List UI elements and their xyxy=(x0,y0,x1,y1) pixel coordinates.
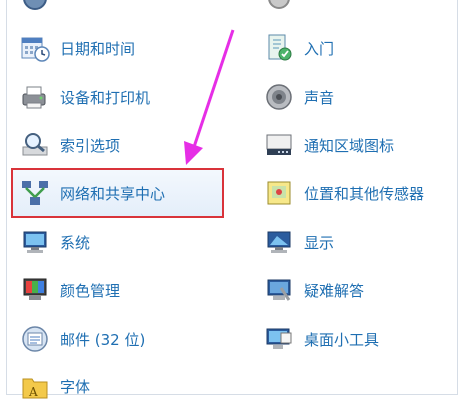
item-label: 声音 xyxy=(304,88,335,107)
magnifier-icon xyxy=(18,128,52,162)
item-label: 入门 xyxy=(304,39,335,58)
item-label: 字体 xyxy=(60,377,91,396)
item-gadgets[interactable]: 桌面小工具 xyxy=(262,319,452,359)
speaker-icon xyxy=(262,80,296,114)
printer-icon xyxy=(18,80,52,114)
item-getting-started[interactable]: 入门 xyxy=(262,28,452,68)
item-location-sensors[interactable]: 位置和其他传感器 xyxy=(262,173,452,213)
item-label: 位置和其他传感器 xyxy=(304,184,425,203)
item-label: 颜色管理 xyxy=(60,281,121,300)
item-label: 通知区域图标 xyxy=(304,136,395,155)
network-icon xyxy=(18,176,52,210)
gadgets-icon xyxy=(262,322,296,356)
mail-icon xyxy=(18,322,52,356)
item-label: 日期和时间 xyxy=(60,39,136,58)
item-sound[interactable]: 声音 xyxy=(262,77,452,117)
item-label: 设备和打印机 xyxy=(60,88,151,107)
item-label: 系统 xyxy=(60,233,91,252)
color-management-icon xyxy=(18,273,52,307)
item-network-sharing[interactable]: 网络和共享中心 xyxy=(18,173,228,213)
troubleshoot-icon xyxy=(262,273,296,307)
partial-item-left[interactable] xyxy=(18,0,228,18)
item-label: 疑难解答 xyxy=(304,281,365,300)
item-label: 网络和共享中心 xyxy=(60,184,166,203)
item-fonts[interactable]: A 字体 xyxy=(18,366,228,406)
calendar-clock-icon xyxy=(18,31,52,65)
item-troubleshooting[interactable]: 疑难解答 xyxy=(262,270,452,310)
partial-item-right[interactable] xyxy=(262,0,452,18)
item-label: 邮件 (32 位) xyxy=(60,330,146,349)
item-display[interactable]: 显示 xyxy=(262,222,452,262)
partial-icon xyxy=(262,0,296,15)
item-label: 显示 xyxy=(304,233,335,252)
item-label: 桌面小工具 xyxy=(304,330,380,349)
font-folder-icon: A xyxy=(18,369,52,403)
getting-started-icon xyxy=(262,31,296,65)
item-devices-printers[interactable]: 设备和打印机 xyxy=(18,77,228,117)
item-color-management[interactable]: 颜色管理 xyxy=(18,270,228,310)
item-date-time[interactable]: 日期和时间 xyxy=(18,28,228,68)
svg-text:A: A xyxy=(28,385,38,399)
location-sensor-icon xyxy=(262,176,296,210)
computer-icon xyxy=(18,225,52,259)
partial-icon xyxy=(18,0,52,15)
item-label: 索引选项 xyxy=(60,136,121,155)
item-mail[interactable]: 邮件 (32 位) xyxy=(18,319,228,359)
monitor-icon xyxy=(262,225,296,259)
item-indexing-options[interactable]: 索引选项 xyxy=(18,125,228,165)
item-system[interactable]: 系统 xyxy=(18,222,228,262)
taskbar-icon xyxy=(262,128,296,162)
item-notification-icons[interactable]: 通知区域图标 xyxy=(262,125,452,165)
